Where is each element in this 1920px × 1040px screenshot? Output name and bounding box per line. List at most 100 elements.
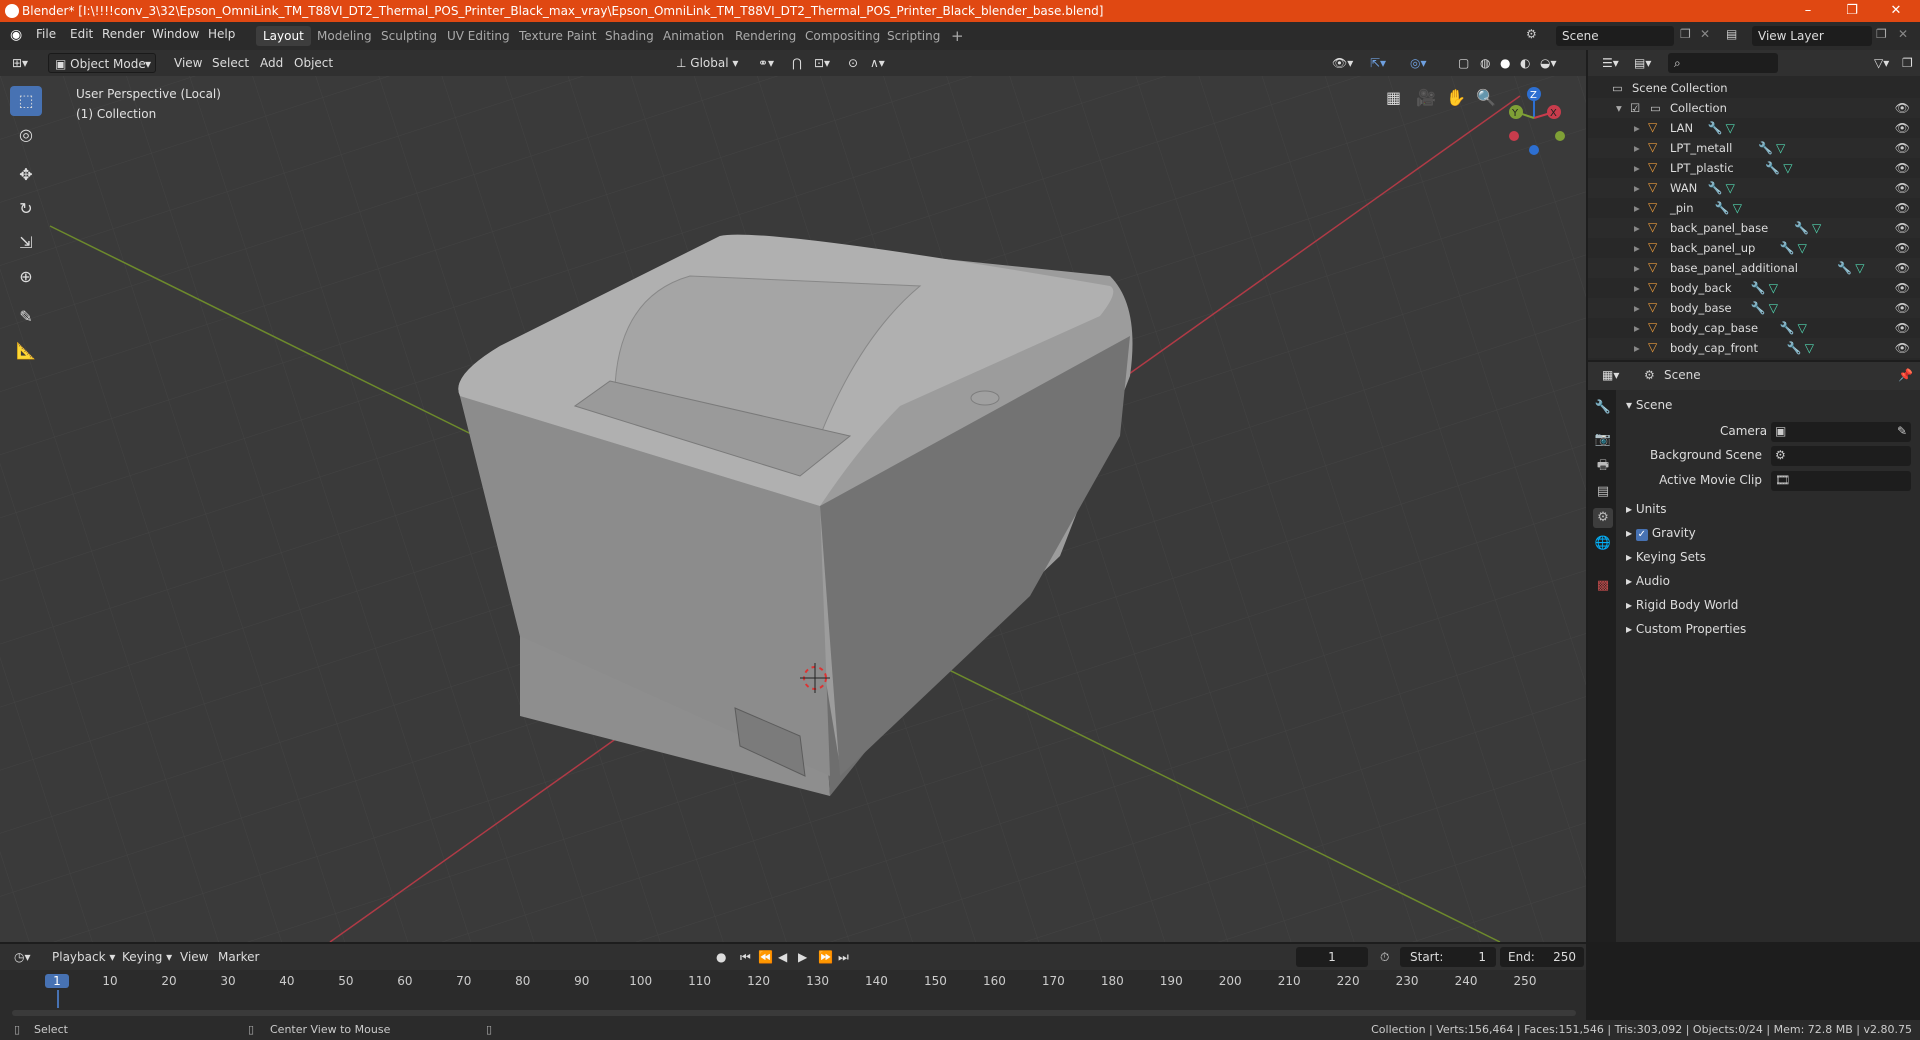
tab-texture-paint[interactable]: Texture Paint	[512, 26, 603, 46]
current-frame-field[interactable]: 1	[1296, 947, 1368, 967]
modifier-icon[interactable]: 🔧	[1751, 278, 1766, 298]
new-scene-icon[interactable]: ❐	[1680, 27, 1691, 41]
transform-tool[interactable]: ⊕	[10, 262, 42, 292]
maximize-button[interactable]: ❐	[1830, 0, 1874, 22]
outliner-object-row[interactable]: ▸ ▽ body_back 🔧 ▽ 👁	[1588, 278, 1920, 298]
pivot-point-icon[interactable]: ⚭▾	[752, 53, 780, 73]
menu-timeline-view[interactable]: View	[174, 947, 214, 967]
annotate-tool[interactable]: ✎	[10, 302, 42, 332]
timeline[interactable]: 1 10 20 30 40 50 60 70 80 90 100 110 120 130 140 150 160…	[0, 970, 1586, 1020]
tab-animation[interactable]: Animation	[656, 26, 731, 46]
editor-type-icon[interactable]: ⊞▾	[6, 53, 34, 73]
keying-sets-section[interactable]: ▸ Keying Sets	[1626, 550, 1706, 564]
outliner-object-row[interactable]: ▸ ▽ back_panel_base 🔧 ▽ 👁	[1588, 218, 1920, 238]
scale-tool[interactable]: ⇲	[10, 228, 42, 258]
eye-icon[interactable]: 👁	[1895, 118, 1910, 138]
modifier-icon[interactable]: 🔧	[1780, 238, 1795, 258]
eye-icon[interactable]: 👁	[1895, 98, 1910, 118]
end-frame-field[interactable]: End: 250	[1500, 947, 1584, 967]
background-scene-field[interactable]: ⚙	[1771, 446, 1911, 466]
include-checkbox-icon[interactable]: ☑	[1630, 98, 1640, 118]
jump-end-icon[interactable]: ⏭	[832, 947, 855, 967]
tab-uv-editing[interactable]: UV Editing	[440, 26, 517, 46]
tab-rendering[interactable]: Rendering	[728, 26, 803, 46]
expand-arrow-icon[interactable]: ▸	[1634, 258, 1640, 278]
outliner-object-row[interactable]: ▸ ▽ WAN 🔧 ▽ 👁	[1588, 178, 1920, 198]
tab-layout[interactable]: Layout	[256, 26, 311, 46]
neg-y-axis-handle[interactable]	[1555, 131, 1565, 141]
menu-playback[interactable]: Playback ▾	[46, 947, 121, 967]
collapse-arrow-icon[interactable]: ▾	[1616, 98, 1622, 118]
expand-arrow-icon[interactable]: ▸	[1634, 198, 1640, 218]
tab-scripting[interactable]: Scripting	[880, 26, 947, 46]
eye-icon[interactable]: 👁	[1895, 298, 1910, 318]
modifier-icon[interactable]: 🔧	[1837, 258, 1852, 278]
view-layer-selector[interactable]: View Layer	[1752, 26, 1872, 46]
mesh-data-icon[interactable]: ▽	[1783, 158, 1792, 178]
eye-icon[interactable]: 👁	[1895, 238, 1910, 258]
mesh-data-icon[interactable]: ▽	[1726, 118, 1735, 138]
scene-panel-header[interactable]: ▾ Scene	[1626, 398, 1672, 412]
world-tab-icon[interactable]: 🌐	[1593, 534, 1613, 554]
render-tab-icon[interactable]: 📷	[1593, 430, 1613, 450]
transform-orientation-dropdown[interactable]: ⊥ Global ▾	[670, 53, 746, 73]
mesh-data-icon[interactable]: ▽	[1798, 318, 1807, 338]
menu-render[interactable]: Render	[102, 27, 145, 41]
modifier-icon[interactable]: 🔧	[1715, 198, 1730, 218]
falloff-icon[interactable]: ∧▾	[864, 53, 891, 73]
outliner-scene-collection[interactable]: ▭ Scene Collection	[1588, 78, 1920, 98]
expand-arrow-icon[interactable]: ▸	[1634, 138, 1640, 158]
menu-file[interactable]: File	[36, 27, 56, 41]
add-workspace-button[interactable]: +	[944, 26, 971, 46]
expand-arrow-icon[interactable]: ▸	[1634, 178, 1640, 198]
expand-arrow-icon[interactable]: ▸	[1634, 158, 1640, 178]
display-mode-icon[interactable]: ▤▾	[1628, 53, 1657, 73]
new-view-layer-icon[interactable]: ❐	[1876, 27, 1887, 41]
overlay-toggle-icon[interactable]: ◎▾	[1404, 53, 1433, 73]
modifier-icon[interactable]: 🔧	[1708, 178, 1723, 198]
mesh-data-icon[interactable]: ▽	[1726, 178, 1735, 198]
playhead-line[interactable]	[57, 990, 59, 1008]
filter-icon[interactable]: ▽▾	[1868, 53, 1895, 73]
proportional-edit-icon[interactable]: ⊙	[842, 53, 864, 73]
axis-gizmo[interactable]: Z X Y	[1496, 80, 1576, 160]
current-frame-marker[interactable]: 1	[45, 974, 69, 988]
snap-target-icon[interactable]: ⊡▾	[808, 53, 836, 73]
camera-view-icon[interactable]: 🎥	[1416, 88, 1436, 107]
remove-scene-icon[interactable]: ✕	[1700, 27, 1710, 41]
tab-shading[interactable]: Shading	[598, 26, 661, 46]
rendered-shading-icon[interactable]: ◒▾	[1534, 53, 1563, 73]
gravity-checkbox[interactable]: ✓	[1635, 529, 1648, 541]
expand-arrow-icon[interactable]: ▸	[1634, 298, 1640, 318]
mesh-data-icon[interactable]: ▽	[1855, 258, 1864, 278]
outliner-object-row[interactable]: ▸ ▽ body_cap_front 🔧 ▽ 👁	[1588, 338, 1920, 358]
outliner-object-row[interactable]: ▸ ▽ body_cap_base 🔧 ▽ 👁	[1588, 318, 1920, 338]
expand-arrow-icon[interactable]: ▸	[1634, 118, 1640, 138]
expand-arrow-icon[interactable]: ▸	[1634, 318, 1640, 338]
play-reverse-icon[interactable]: ◀	[772, 947, 793, 967]
menu-marker[interactable]: Marker	[212, 947, 265, 967]
modifier-icon[interactable]: 🔧	[1765, 158, 1780, 178]
zoom-icon[interactable]: 🔍	[1476, 88, 1496, 107]
modifier-icon[interactable]: 🔧	[1708, 118, 1723, 138]
gizmo-toggle-icon[interactable]: ⇱▾	[1364, 53, 1392, 73]
mode-dropdown[interactable]: ▣ Object Mode ▾	[48, 53, 156, 73]
menu-object[interactable]: Object	[288, 53, 339, 73]
expand-arrow-icon[interactable]: ▸	[1634, 218, 1640, 238]
outliner-object-row[interactable]: ▸ ▽ back_panel_up 🔧 ▽ 👁	[1588, 238, 1920, 258]
camera-field[interactable]: ▣ ✎	[1771, 422, 1911, 442]
snap-icon[interactable]: ⋂	[786, 53, 808, 73]
menu-edit[interactable]: Edit	[70, 27, 93, 41]
visibility-icon[interactable]: 👁▾	[1326, 53, 1359, 73]
eye-icon[interactable]: 👁	[1895, 218, 1910, 238]
properties-editor-type-icon[interactable]: ▦▾	[1596, 365, 1625, 385]
mesh-data-icon[interactable]: ▽	[1769, 298, 1778, 318]
mesh-data-icon[interactable]: ▽	[1733, 198, 1742, 218]
modifier-icon[interactable]: 🔧	[1787, 338, 1802, 358]
measure-tool[interactable]: 📐	[10, 336, 42, 366]
eye-icon[interactable]: 👁	[1895, 158, 1910, 178]
eye-icon[interactable]: 👁	[1895, 278, 1910, 298]
mesh-data-icon[interactable]: ▽	[1798, 238, 1807, 258]
scene-selector[interactable]: Scene	[1556, 26, 1674, 46]
pin-icon[interactable]: 📌	[1898, 368, 1913, 382]
